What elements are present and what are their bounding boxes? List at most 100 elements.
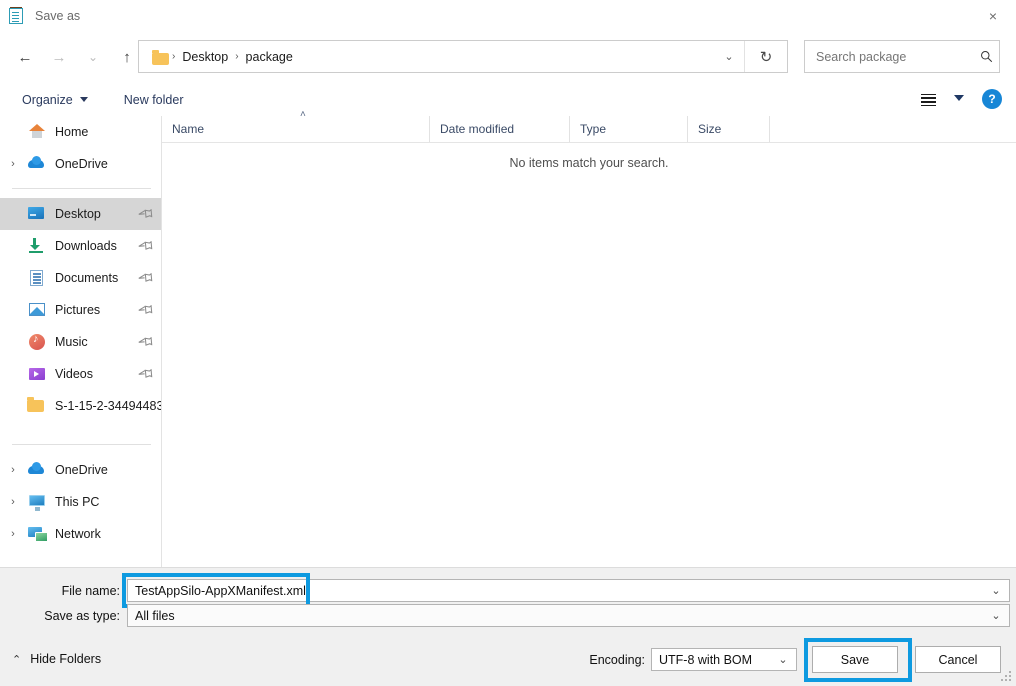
command-bar: Organize New folder ? xyxy=(0,83,1016,117)
column-header-size[interactable]: Size xyxy=(688,116,770,142)
pin-icon xyxy=(137,364,156,383)
cancel-button[interactable]: Cancel xyxy=(915,646,1001,673)
forward-button[interactable]: → xyxy=(42,40,76,74)
sidebar-item-sid-folder[interactable]: S-1-15-2-344944837 xyxy=(0,390,161,422)
cloud-icon xyxy=(26,155,48,173)
window-title: Save as xyxy=(35,8,81,23)
pin-icon xyxy=(137,300,156,319)
sort-ascending-icon: ˄ xyxy=(300,109,306,120)
search-icon xyxy=(973,50,999,63)
sidebar-item-network[interactable]: › Network xyxy=(0,518,161,550)
sidebar-item-this-pc[interactable]: › This PC xyxy=(0,486,161,518)
column-header-name-label: Name xyxy=(172,122,205,136)
notepad-icon xyxy=(9,7,25,24)
column-header-row: Name ˄ Date modified Type Size xyxy=(162,110,1016,143)
videos-icon xyxy=(26,365,48,383)
search-input[interactable]: Search package xyxy=(804,40,1000,73)
cloud-icon xyxy=(26,461,48,479)
pin-icon xyxy=(137,332,156,351)
view-list-icon[interactable] xyxy=(916,88,940,112)
sidebar-item-label: Downloads xyxy=(55,239,117,253)
sidebar-item-videos[interactable]: Videos xyxy=(0,358,161,390)
chevron-down-icon[interactable]: ⌄ xyxy=(983,609,1009,622)
navigation-pane[interactable]: Home › OneDrive Desktop Downloads Docume… xyxy=(0,116,162,567)
column-header-date-modified[interactable]: Date modified xyxy=(430,116,570,142)
network-icon xyxy=(26,525,48,543)
close-icon[interactable]: × xyxy=(970,0,1016,31)
refresh-icon[interactable]: ↻ xyxy=(744,41,787,72)
recent-locations-button[interactable]: ⌄ xyxy=(76,40,110,74)
organize-button[interactable]: Organize xyxy=(14,89,96,111)
pin-icon xyxy=(137,204,156,223)
title-bar: Save as × xyxy=(0,0,1016,31)
save-as-dialog: Save as × ← → ⌄ ↑ › Desktop › package ⌄ … xyxy=(0,0,1016,686)
sidebar-item-label: Desktop xyxy=(55,207,101,221)
address-dropdown-icon[interactable]: ⌄ xyxy=(715,41,743,72)
breadcrumb-item-desktop[interactable]: Desktop xyxy=(178,47,232,67)
save-as-type-value: All files xyxy=(135,608,175,623)
breadcrumb-separator: › xyxy=(235,51,239,62)
chevron-down-icon[interactable]: ⌄ xyxy=(983,584,1009,597)
save-button[interactable]: Save xyxy=(812,646,898,673)
back-button[interactable]: ← xyxy=(8,40,42,74)
folder-icon xyxy=(26,397,48,415)
hide-folders-label: Hide Folders xyxy=(30,652,102,666)
empty-list-message: No items match your search. xyxy=(509,156,669,170)
sidebar-item-label: OneDrive xyxy=(55,157,108,171)
bottom-pane: File name: TestAppSilo-AppXManifest.xml … xyxy=(0,567,1016,686)
sidebar-item-pictures[interactable]: Pictures xyxy=(0,294,161,326)
sidebar-item-label: OneDrive xyxy=(55,463,108,477)
file-list-pane[interactable]: Name ˄ Date modified Type Size No items … xyxy=(162,110,1016,567)
sidebar-item-label: S-1-15-2-344944837 xyxy=(55,399,162,413)
help-icon[interactable]: ? xyxy=(982,89,1002,109)
chevron-right-icon[interactable]: › xyxy=(0,158,26,170)
chevron-right-icon[interactable]: › xyxy=(0,496,26,508)
home-icon xyxy=(26,123,48,141)
column-header-name[interactable]: Name ˄ xyxy=(162,110,430,142)
save-as-type-select[interactable]: All files ⌄ xyxy=(127,604,1010,627)
sidebar-item-label: Videos xyxy=(55,367,93,381)
resize-grip[interactable] xyxy=(1001,671,1013,683)
chevron-right-icon[interactable]: › xyxy=(0,528,26,540)
documents-icon xyxy=(26,269,48,287)
sidebar-item-label: Documents xyxy=(55,271,119,285)
sidebar-item-home[interactable]: Home xyxy=(0,116,161,148)
sidebar-item-onedrive[interactable]: › OneDrive xyxy=(0,148,161,180)
column-header-type[interactable]: Type xyxy=(570,116,688,142)
music-icon xyxy=(26,333,48,351)
file-name-input[interactable]: TestAppSilo-AppXManifest.xml ⌄ xyxy=(127,579,1010,602)
chevron-down-icon xyxy=(79,97,88,102)
folder-icon xyxy=(151,49,169,65)
sidebar-item-documents[interactable]: Documents xyxy=(0,262,161,294)
sidebar-item-label: Network xyxy=(55,527,101,541)
hide-folders-button[interactable]: ⌃ Hide Folders xyxy=(12,652,101,666)
chevron-down-icon[interactable]: ⌄ xyxy=(770,653,796,666)
sidebar-divider xyxy=(12,444,151,445)
encoding-value: UTF-8 with BOM xyxy=(659,652,753,667)
search-placeholder: Search package xyxy=(816,49,907,64)
sidebar-item-onedrive-tree[interactable]: › OneDrive xyxy=(0,454,161,486)
this-pc-icon xyxy=(26,493,48,511)
pin-icon xyxy=(137,268,156,287)
encoding-select[interactable]: UTF-8 with BOM ⌄ xyxy=(651,648,797,671)
pictures-icon xyxy=(26,301,48,319)
desktop-icon xyxy=(26,205,48,223)
chevron-up-icon: ⌃ xyxy=(12,653,22,666)
new-folder-button[interactable]: New folder xyxy=(116,89,192,111)
sidebar-item-desktop[interactable]: Desktop xyxy=(0,198,161,230)
save-as-type-label: Save as type: xyxy=(44,609,120,623)
file-name-label: File name: xyxy=(61,584,120,598)
encoding-label: Encoding: xyxy=(589,653,645,667)
breadcrumb-separator: › xyxy=(172,51,176,62)
chevron-right-icon[interactable]: › xyxy=(0,464,26,476)
sidebar-item-downloads[interactable]: Downloads xyxy=(0,230,161,262)
pin-icon xyxy=(137,236,156,255)
breadcrumb-item-package[interactable]: package xyxy=(242,47,297,67)
sidebar-item-music[interactable]: Music xyxy=(0,326,161,358)
sidebar-item-label: Home xyxy=(55,125,89,139)
address-bar[interactable]: › Desktop › package ⌄ ↻ xyxy=(138,40,788,73)
sidebar-item-label: Pictures xyxy=(55,303,101,317)
downloads-icon xyxy=(26,237,48,255)
organize-label: Organize xyxy=(22,92,73,107)
chevron-down-icon[interactable] xyxy=(954,95,964,101)
